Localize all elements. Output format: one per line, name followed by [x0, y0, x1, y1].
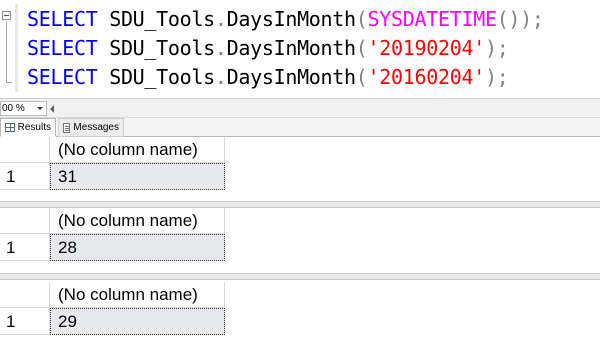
- code-token: (: [355, 36, 368, 60]
- code-token: '20190204': [367, 36, 486, 60]
- result-grid-3[interactable]: (No column name) 1 29: [0, 282, 600, 344]
- code-line-2[interactable]: SELECT SDU_Tools.DaysInMonth('20190204')…: [27, 34, 509, 62]
- result-cell[interactable]: 28: [50, 234, 225, 261]
- code-line-3[interactable]: SELECT SDU_Tools.DaysInMonth('20160204')…: [27, 63, 509, 91]
- code-token: (: [355, 7, 368, 31]
- code-token: DaysInMonth: [226, 7, 356, 31]
- code-token: SELECT: [27, 65, 98, 89]
- column-header[interactable]: (No column name): [50, 137, 225, 163]
- code-token: SELECT: [27, 36, 98, 60]
- code-token: DaysInMonth: [226, 36, 356, 60]
- tab-messages-label: Messages: [73, 122, 119, 133]
- code-token: .: [214, 36, 227, 60]
- result-cell[interactable]: 29: [50, 308, 225, 335]
- code-token: ());: [496, 7, 544, 31]
- chevron-down-icon[interactable]: [37, 107, 43, 110]
- tab-results[interactable]: Results: [0, 118, 56, 137]
- messages-icon: [63, 122, 71, 133]
- code-token: .: [214, 7, 227, 31]
- code-token: SDU_Tools: [109, 65, 215, 89]
- collapse-minus-icon[interactable]: [2, 11, 11, 20]
- grid-corner[interactable]: [0, 137, 50, 163]
- code-token: SELECT: [27, 7, 98, 31]
- code-line-1[interactable]: SELECT SDU_Tools.DaysInMonth(SYSDATETIME…: [27, 5, 544, 33]
- outline-line: [6, 21, 7, 83]
- tab-messages[interactable]: Messages: [58, 118, 124, 137]
- zoom-status-bar: 00 %: [0, 98, 600, 118]
- code-token: SDU_Tools: [109, 36, 215, 60]
- outline-end: [6, 82, 12, 83]
- column-header[interactable]: (No column name): [50, 282, 225, 308]
- tab-results-label: Results: [17, 122, 51, 133]
- code-token: SDU_Tools: [109, 7, 215, 31]
- code-token: SYSDATETIME: [367, 7, 497, 31]
- code-token: (: [355, 65, 368, 89]
- grid-corner[interactable]: [0, 208, 50, 234]
- row-number[interactable]: 1: [0, 308, 50, 335]
- result-grid-1[interactable]: (No column name) 1 31: [0, 137, 600, 198]
- results-pane: (No column name) 1 31 (No column name) 1…: [0, 137, 600, 347]
- grid-header-row: (No column name): [0, 208, 600, 234]
- grid-icon: [5, 123, 15, 132]
- code-token: .: [214, 65, 227, 89]
- result-cell[interactable]: 31: [50, 163, 225, 190]
- result-grid-2[interactable]: (No column name) 1 28: [0, 208, 600, 269]
- code-token: );: [484, 36, 509, 60]
- grid-header-row: (No column name): [0, 137, 600, 163]
- grid-corner[interactable]: [0, 282, 50, 308]
- code-token: '20160204': [367, 65, 486, 89]
- code-token: );: [484, 65, 509, 89]
- query-editor[interactable]: SELECT SDU_Tools.DaysInMonth(SYSDATETIME…: [0, 0, 600, 98]
- zoom-value: 00 %: [2, 103, 25, 114]
- scroll-left-arrow-icon[interactable]: [50, 105, 54, 113]
- code-token: DaysInMonth: [226, 65, 356, 89]
- grid-header-row: (No column name): [0, 282, 600, 308]
- zoom-dropdown[interactable]: 00 %: [0, 101, 47, 116]
- result-tabs: Results Messages: [0, 118, 600, 137]
- change-tracking-bar: [15, 4, 18, 92]
- column-header[interactable]: (No column name): [50, 208, 225, 234]
- row-number[interactable]: 1: [0, 234, 50, 261]
- grid-splitter[interactable]: [0, 201, 600, 208]
- grid-splitter[interactable]: [0, 273, 600, 280]
- row-number[interactable]: 1: [0, 163, 50, 190]
